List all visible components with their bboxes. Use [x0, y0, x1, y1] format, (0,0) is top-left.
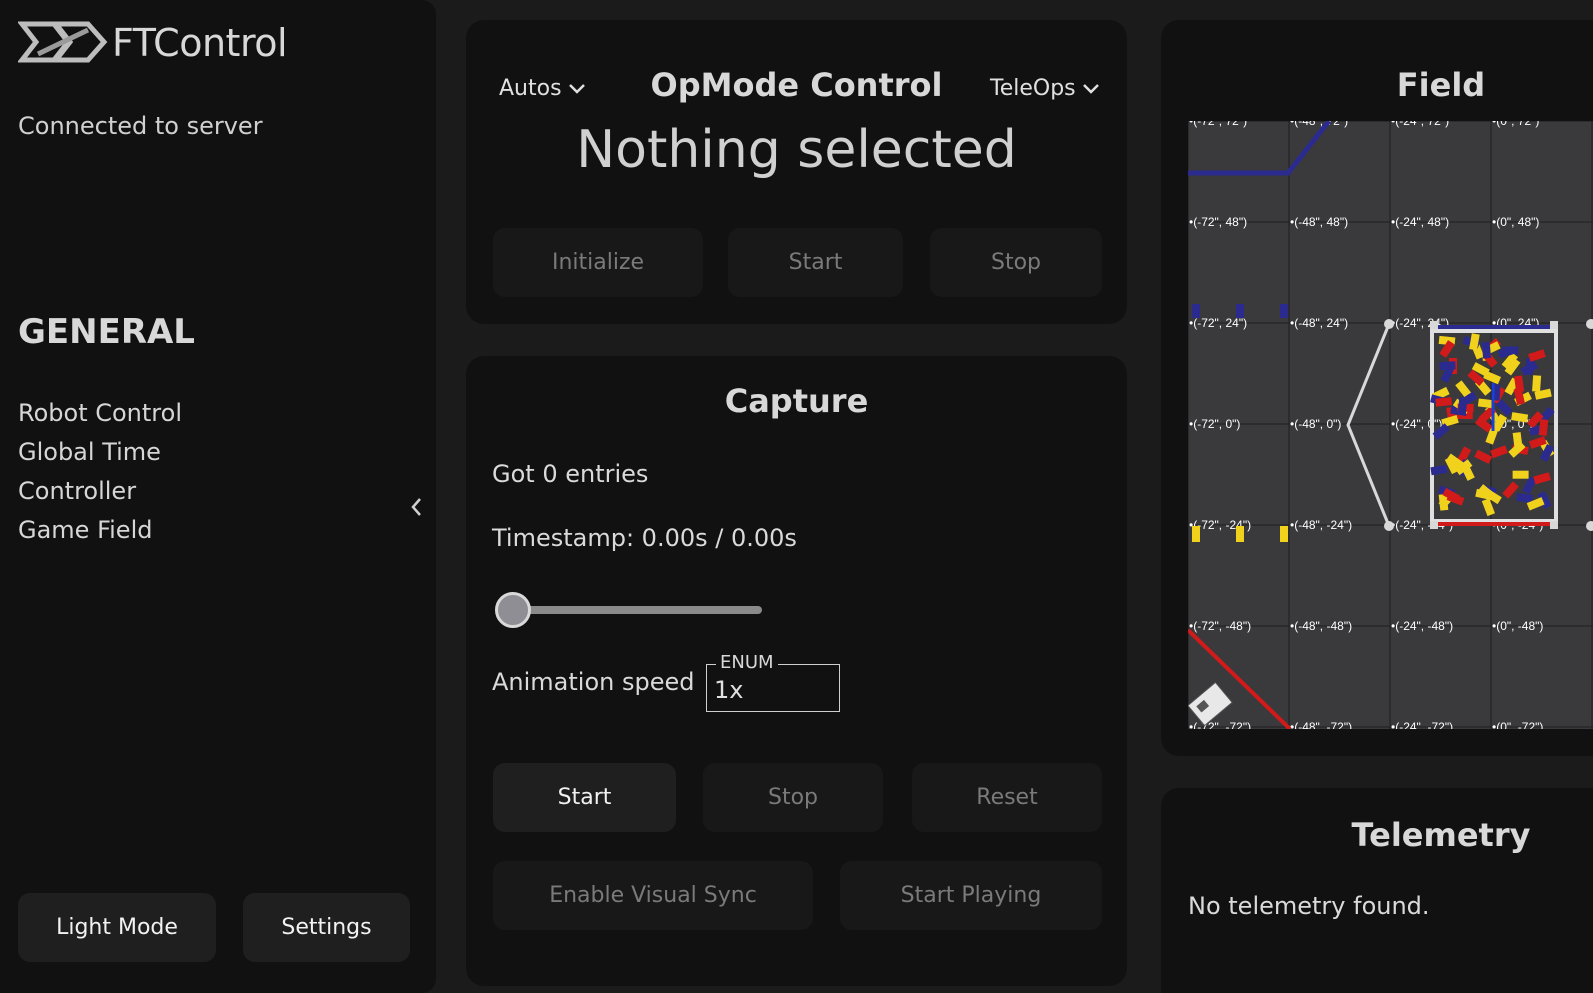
field-coordinate-label: •(-72", 0") — [1189, 417, 1240, 431]
sample-piece — [1481, 341, 1492, 359]
enum-label: ENUM — [716, 652, 778, 673]
capture-start-button[interactable]: Start — [493, 763, 676, 832]
telemetry-title: Telemetry — [1351, 816, 1531, 854]
field-coordinate-label: •(-72", -48") — [1189, 619, 1251, 633]
light-mode-button[interactable]: Light Mode — [18, 893, 216, 962]
field-coordinate-label: •(-72", 24") — [1189, 316, 1247, 330]
ftc-logo-icon — [18, 21, 108, 63]
opmode-start-button[interactable]: Start — [728, 228, 903, 297]
field-coordinate-label: •(-72", 48") — [1189, 215, 1247, 229]
teleops-label: TeleOps — [990, 76, 1076, 101]
field-coordinate-label: •(0", -72") — [1492, 720, 1543, 729]
capture-title: Capture — [724, 382, 869, 420]
field-coordinate-label: •(-72", -72") — [1189, 720, 1251, 729]
field-title: Field — [1396, 66, 1486, 104]
sidebar-item-robot-control[interactable]: Robot Control — [18, 397, 182, 436]
capture-reset-button[interactable]: Reset — [912, 763, 1102, 832]
field-coordinate-label: •(0", -48") — [1492, 619, 1543, 633]
sidebar-item-game-field[interactable]: Game Field — [18, 514, 182, 553]
sample-piece — [1512, 470, 1529, 479]
timestamp-text: Timestamp: 0.00s / 0.00s — [492, 524, 797, 552]
sidebar-item-global-time[interactable]: Global Time — [18, 436, 182, 475]
field-coordinate-label: •(-48", 72") — [1290, 121, 1348, 128]
field-coordinate-label: •(-24", 72") — [1391, 121, 1449, 128]
field-coordinate-label: •(-48", 0") — [1290, 417, 1341, 431]
opmode-stop-button[interactable]: Stop — [930, 228, 1102, 297]
field-coordinate-label: •(0", 72") — [1492, 121, 1539, 128]
selected-opmode: Nothing selected — [576, 120, 1017, 180]
timeline-slider-track[interactable] — [505, 606, 762, 614]
telemetry-empty-message: No telemetry found. — [1188, 892, 1430, 920]
telemetry-card: Telemetry — [1161, 788, 1593, 993]
section-heading-general: GENERAL — [18, 312, 195, 352]
start-playing-button[interactable]: Start Playing — [840, 861, 1102, 930]
sample-piece — [1532, 375, 1542, 392]
path-node — [1384, 319, 1394, 329]
app-logo: FTControl — [18, 14, 288, 72]
field-coordinate-label: •(-24", -48") — [1391, 619, 1453, 633]
field-coordinate-label: •(-48", -24") — [1290, 518, 1352, 532]
capture-stop-button[interactable]: Stop — [703, 763, 883, 832]
app-name: FTControl — [112, 21, 288, 65]
animation-speed-label: Animation speed — [492, 668, 695, 696]
field-coordinate-label: •(-48", 48") — [1290, 215, 1348, 229]
entries-count: Got 0 entries — [492, 460, 649, 488]
field-coordinate-label: •(-24", 48") — [1391, 215, 1449, 229]
teleops-dropdown[interactable]: TeleOps — [990, 76, 1100, 101]
sample-piece — [1435, 397, 1453, 407]
initialize-button[interactable]: Initialize — [493, 228, 703, 297]
field-canvas[interactable]: •(-72", 72") •(-48", 72") •(-24", 72") •(0"… — [1188, 121, 1593, 729]
chevron-down-icon — [1082, 83, 1099, 94]
sample-piece — [1538, 419, 1549, 436]
path-node — [1384, 521, 1394, 531]
field-coordinate-label: •(-48", -48") — [1290, 619, 1352, 633]
enable-visual-sync-button[interactable]: Enable Visual Sync — [493, 861, 813, 930]
field-coordinate-label: •(-24", -72") — [1391, 720, 1453, 729]
sidebar-nav: Robot Control Global Time Controller Gam… — [18, 397, 182, 553]
timeline-slider-thumb[interactable] — [495, 592, 531, 628]
sidebar: FTControl Connected to server GENERAL Ro… — [0, 0, 436, 993]
settings-button[interactable]: Settings — [243, 893, 410, 962]
field-coordinate-label: •(-24", 0") — [1391, 417, 1442, 431]
chevron-left-icon[interactable] — [409, 496, 423, 524]
field-coordinate-label: •(0", 48") — [1492, 215, 1539, 229]
sidebar-item-controller[interactable]: Controller — [18, 475, 182, 514]
field-coordinate-label: •(-72", 72") — [1189, 121, 1247, 128]
animation-speed-value: 1x — [714, 676, 744, 704]
connection-status: Connected to server — [18, 112, 263, 140]
field-coordinate-label: •(-48", -72") — [1290, 720, 1352, 729]
field-coordinate-label: •(-48", 24") — [1290, 316, 1348, 330]
game-field[interactable]: •(-72", 72") •(-48", 72") •(-24", 72") •(0"… — [1188, 121, 1593, 729]
opmode-control-card: Autos OpMode Control TeleOps Nothing sel… — [466, 20, 1127, 324]
